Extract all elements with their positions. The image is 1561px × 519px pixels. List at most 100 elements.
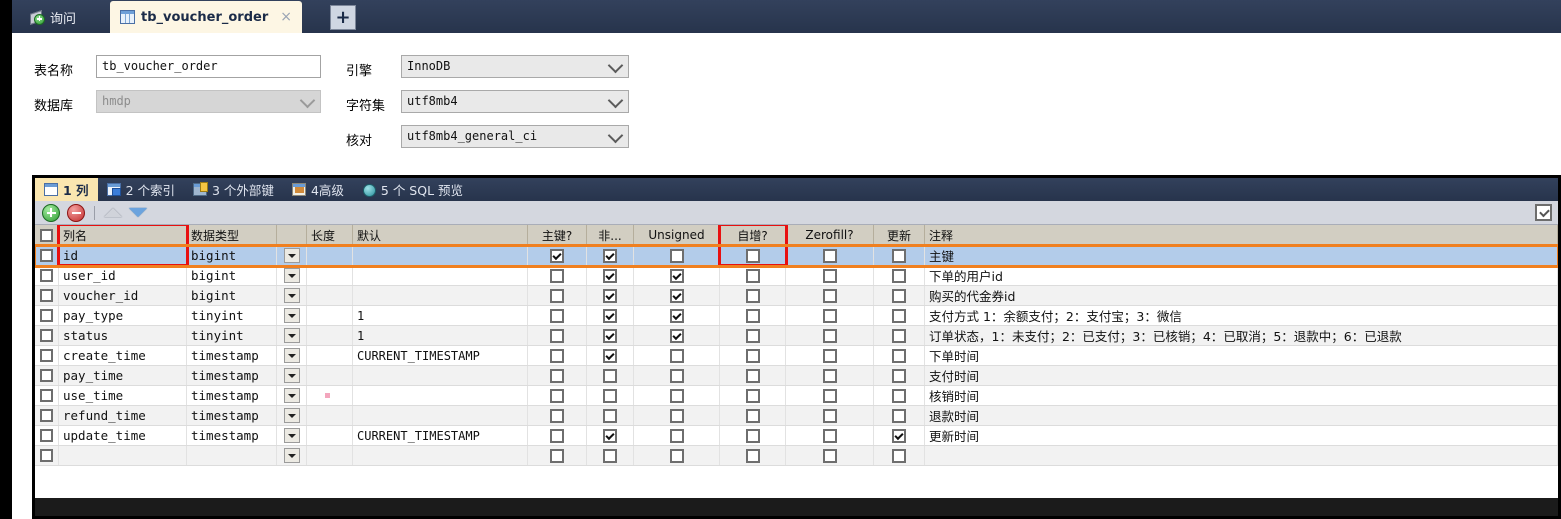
cell-comment[interactable]: 退款时间 bbox=[925, 406, 1558, 425]
cell-update[interactable] bbox=[874, 346, 925, 365]
checkbox[interactable] bbox=[40, 369, 53, 382]
checkbox[interactable] bbox=[603, 308, 617, 323]
cell-column-name[interactable]: create_time bbox=[59, 346, 187, 365]
checkbox[interactable] bbox=[603, 448, 617, 463]
cell-default[interactable]: CURRENT_TIMESTAMP bbox=[353, 426, 528, 445]
close-icon[interactable]: × bbox=[280, 9, 292, 25]
checkbox[interactable] bbox=[745, 368, 760, 383]
row-select-checkbox-cell[interactable] bbox=[35, 446, 59, 465]
cell-comment[interactable]: 更新时间 bbox=[925, 426, 1558, 445]
checkbox[interactable] bbox=[550, 368, 564, 383]
cell-zerofill[interactable] bbox=[786, 286, 874, 305]
cell-update[interactable] bbox=[874, 446, 925, 465]
chevron-down-icon[interactable] bbox=[283, 448, 300, 463]
cell-comment[interactable]: 主键 bbox=[925, 246, 1558, 265]
checkbox[interactable] bbox=[40, 249, 53, 262]
checkbox[interactable] bbox=[822, 288, 837, 303]
header-auto-increment[interactable]: 自增? bbox=[718, 225, 788, 247]
cell-auto-increment[interactable] bbox=[720, 366, 786, 385]
cell-default[interactable] bbox=[353, 366, 528, 385]
collation-select[interactable]: utf8mb4_general_ci bbox=[401, 125, 629, 148]
row-select-checkbox-cell[interactable] bbox=[35, 346, 59, 365]
cell-auto-increment[interactable] bbox=[720, 386, 786, 405]
cell-auto-increment[interactable] bbox=[720, 406, 786, 425]
table-name-input[interactable]: tb_voucher_order bbox=[96, 55, 321, 78]
cell-update[interactable] bbox=[874, 386, 925, 405]
cell-data-type-dropdown[interactable] bbox=[277, 246, 307, 265]
checkbox[interactable] bbox=[603, 268, 617, 283]
cell-data-type[interactable]: bigint bbox=[187, 246, 277, 265]
cell-length[interactable] bbox=[307, 366, 353, 385]
cell-not-null[interactable] bbox=[587, 326, 634, 345]
cell-not-null[interactable] bbox=[587, 246, 634, 265]
table-row[interactable]: update_time timestamp CURRENT_TIMESTAMP 更新时… bbox=[35, 426, 1558, 446]
add-column-button[interactable] bbox=[42, 203, 60, 222]
chevron-down-icon[interactable] bbox=[283, 288, 300, 303]
checkbox[interactable] bbox=[603, 288, 617, 303]
checkbox[interactable] bbox=[603, 348, 617, 363]
checkbox[interactable] bbox=[550, 408, 564, 423]
cell-data-type-dropdown[interactable] bbox=[277, 306, 307, 325]
cell-default[interactable] bbox=[353, 266, 528, 285]
cell-length[interactable] bbox=[307, 386, 353, 405]
checkbox[interactable] bbox=[745, 448, 760, 463]
checkbox[interactable] bbox=[892, 368, 906, 383]
cell-default[interactable] bbox=[353, 446, 528, 465]
cell-data-type-dropdown[interactable] bbox=[277, 446, 307, 465]
checkbox[interactable] bbox=[669, 408, 684, 423]
header-select-all[interactable] bbox=[35, 225, 59, 245]
database-select[interactable]: hmdp bbox=[96, 90, 321, 113]
checkbox[interactable] bbox=[822, 368, 837, 383]
checkbox[interactable] bbox=[550, 348, 564, 363]
chevron-down-icon[interactable] bbox=[283, 388, 300, 403]
checkbox[interactable] bbox=[892, 288, 906, 303]
checkbox[interactable] bbox=[669, 328, 684, 343]
cell-length[interactable] bbox=[307, 266, 353, 285]
chevron-down-icon[interactable] bbox=[283, 428, 300, 443]
checkbox[interactable] bbox=[892, 348, 906, 363]
move-down-icon[interactable] bbox=[129, 208, 147, 217]
cell-data-type[interactable]: timestamp bbox=[187, 386, 277, 405]
cell-zerofill[interactable] bbox=[786, 426, 874, 445]
cell-data-type[interactable] bbox=[187, 446, 277, 465]
cell-length[interactable] bbox=[307, 426, 353, 445]
checkbox[interactable] bbox=[892, 328, 906, 343]
chevron-down-icon[interactable] bbox=[283, 268, 300, 283]
cell-not-null[interactable] bbox=[587, 366, 634, 385]
checkbox[interactable] bbox=[550, 388, 564, 403]
cell-column-name[interactable]: voucher_id bbox=[59, 286, 187, 305]
cell-data-type[interactable]: timestamp bbox=[187, 406, 277, 425]
cell-zerofill[interactable] bbox=[786, 306, 874, 325]
chevron-down-icon[interactable] bbox=[283, 348, 300, 363]
cell-not-null[interactable] bbox=[587, 406, 634, 425]
cell-update[interactable] bbox=[874, 326, 925, 345]
checkbox[interactable] bbox=[745, 268, 760, 283]
row-select-checkbox-cell[interactable] bbox=[35, 246, 59, 265]
tab-sql-preview[interactable]: 5 个 SQL 预览 bbox=[353, 178, 472, 201]
cell-data-type-dropdown[interactable] bbox=[277, 406, 307, 425]
checkbox[interactable] bbox=[40, 349, 53, 362]
charset-select[interactable]: utf8mb4 bbox=[401, 90, 629, 113]
cell-default[interactable] bbox=[353, 246, 528, 265]
checkbox[interactable] bbox=[745, 428, 760, 443]
cell-length[interactable] bbox=[307, 286, 353, 305]
table-row[interactable]: user_id bigint 下单的用户id bbox=[35, 266, 1558, 286]
chevron-down-icon[interactable] bbox=[283, 328, 300, 343]
checkbox[interactable] bbox=[603, 408, 617, 423]
checkbox[interactable] bbox=[669, 348, 684, 363]
cell-zerofill[interactable] bbox=[786, 346, 874, 365]
cell-primary-key[interactable] bbox=[528, 346, 587, 365]
row-select-checkbox-cell[interactable] bbox=[35, 266, 59, 285]
cell-default[interactable] bbox=[353, 406, 528, 425]
cell-unsigned[interactable] bbox=[634, 426, 720, 445]
header-primary-key[interactable]: 主键? bbox=[528, 225, 587, 245]
cell-comment[interactable]: 下单的用户id bbox=[925, 266, 1558, 285]
cell-data-type-dropdown[interactable] bbox=[277, 426, 307, 445]
cell-data-type[interactable]: timestamp bbox=[187, 346, 277, 365]
cell-length[interactable] bbox=[307, 326, 353, 345]
checkbox[interactable] bbox=[822, 448, 837, 463]
cell-primary-key[interactable] bbox=[528, 306, 587, 325]
tab-foreign-keys[interactable]: 3 个外部键 bbox=[184, 178, 283, 201]
checkbox[interactable] bbox=[669, 268, 684, 283]
cell-update[interactable] bbox=[874, 286, 925, 305]
